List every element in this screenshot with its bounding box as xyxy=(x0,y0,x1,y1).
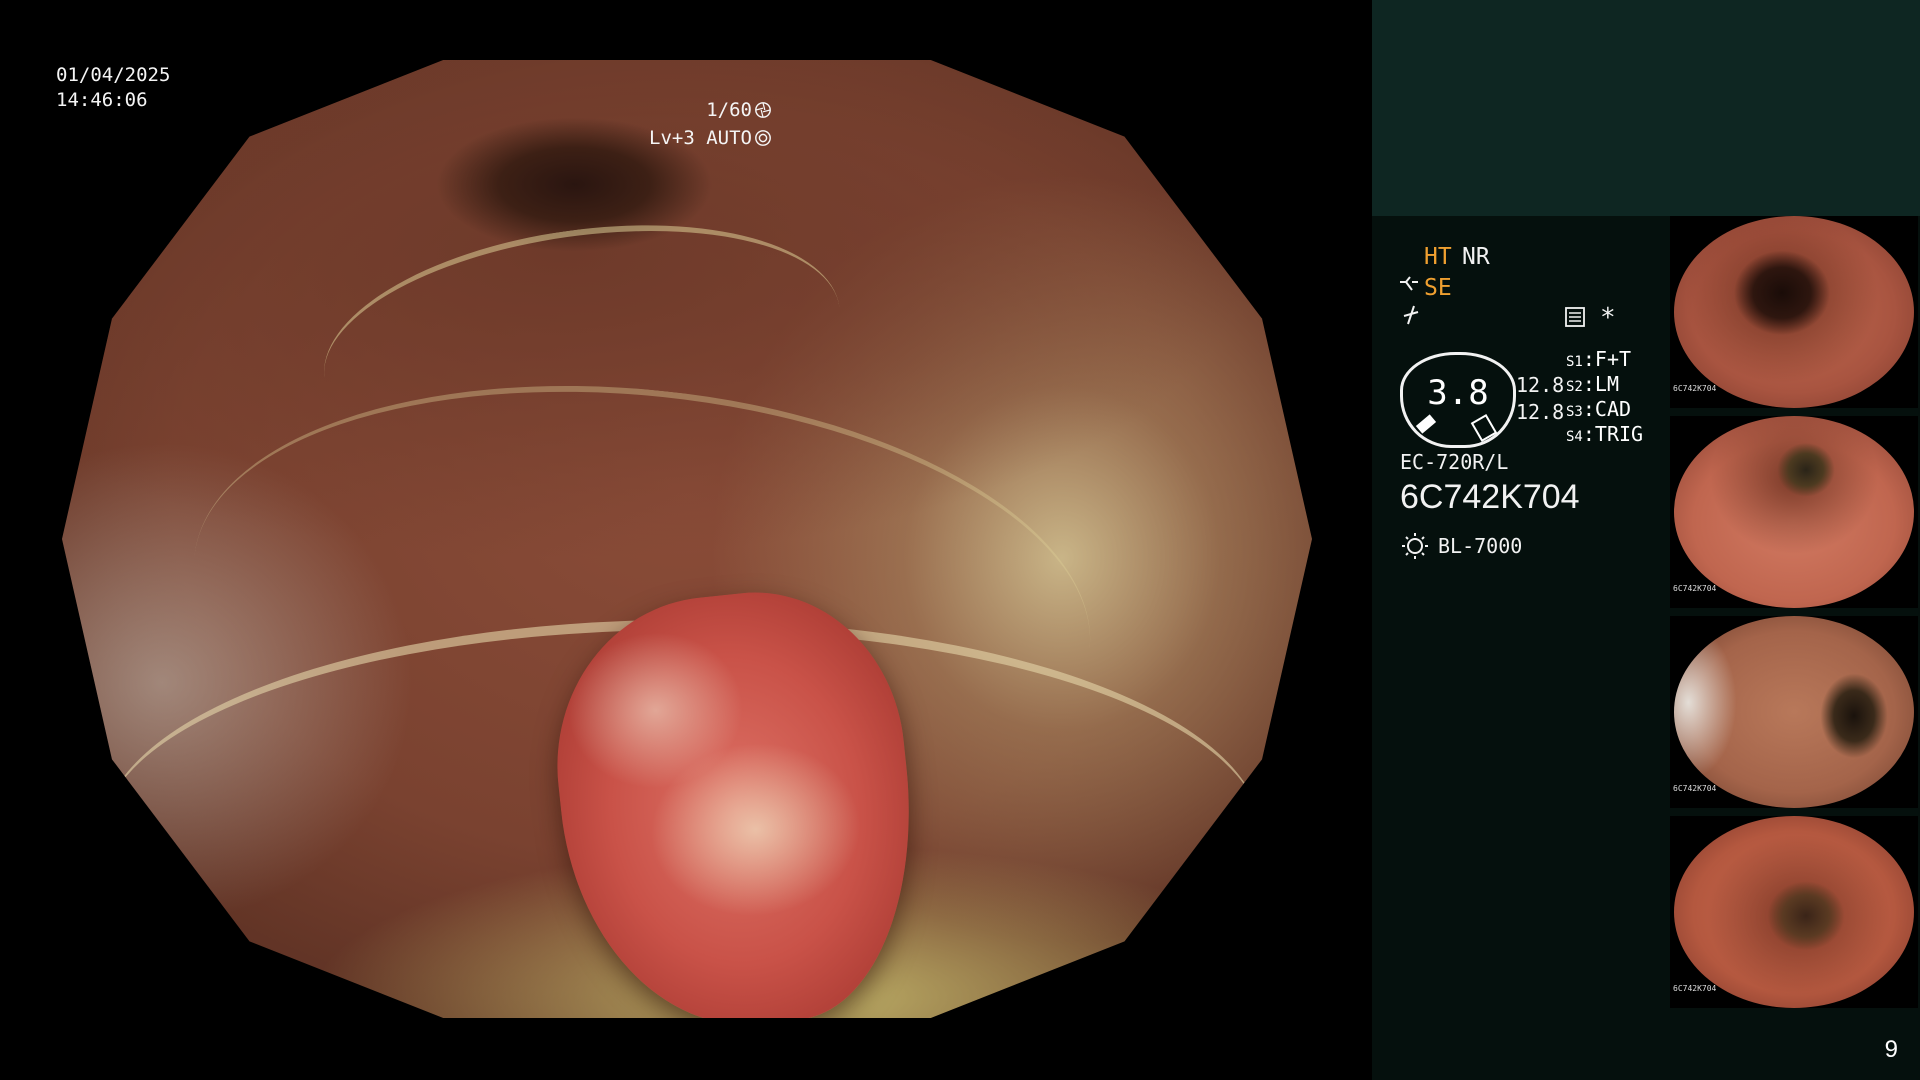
date-text: 01/04/2025 xyxy=(56,64,171,86)
star-indicator: * xyxy=(1600,303,1616,333)
switch-key: S4 xyxy=(1566,429,1583,445)
page-number: 9 xyxy=(1884,1036,1898,1063)
date-time-overlay: 01/04/2025 14:46:06 xyxy=(56,63,170,113)
endoscope-view: 01/04/2025 14:46:06 1/60 Lv+3 AUTO xyxy=(0,0,1372,1080)
iris-icon xyxy=(755,130,771,146)
value-2: 12.8 xyxy=(1516,400,1565,424)
slash-icon xyxy=(1403,305,1419,325)
switch-row: S3:CAD xyxy=(1566,397,1632,421)
switch-row: S1:F+T xyxy=(1566,347,1632,371)
gauge-left-marker xyxy=(1415,414,1437,434)
structure-enhancement-icon xyxy=(1400,276,1418,291)
light-source-model: BL-7000 xyxy=(1438,534,1523,558)
nr-indicator: NR xyxy=(1462,244,1490,270)
brightness-level: Lv+3 xyxy=(649,127,695,149)
switch-key: S1 xyxy=(1566,354,1583,370)
shutter-speed: 1/60 xyxy=(706,99,752,121)
time-text: 14:46:06 xyxy=(56,89,148,111)
ht-indicator: HT xyxy=(1424,244,1452,270)
switch-row: S2:LM xyxy=(1566,372,1619,396)
capture-thumbnail[interactable]: 6C742K704 xyxy=(1670,616,1918,808)
thumbnail-image xyxy=(1674,816,1914,1008)
exposure-mode: AUTO xyxy=(706,127,752,149)
switch-key: S2 xyxy=(1566,379,1583,395)
thumbnail-serial: 6C742K704 xyxy=(1673,384,1717,393)
thumbnail-image xyxy=(1674,616,1914,808)
shutter-icon xyxy=(755,102,771,118)
thumbnail-image xyxy=(1674,416,1914,608)
switch-value: LM xyxy=(1594,372,1619,396)
switch-row: S4:TRIG xyxy=(1566,422,1644,446)
thumbnail-serial: 6C742K704 xyxy=(1673,584,1717,593)
capture-thumbnail[interactable]: 6C742K704 xyxy=(1670,416,1918,608)
gauge-right-marker xyxy=(1470,413,1498,443)
value-1: 12.8 xyxy=(1516,373,1565,397)
switch-value: CAD xyxy=(1594,397,1632,421)
exposure-readout: Lv+3 AUTO xyxy=(649,126,772,151)
scope-model: EC-720R/L xyxy=(1400,450,1509,474)
shutter-readout: 1/60 xyxy=(706,98,772,123)
scope-serial: 6C742K704 xyxy=(1400,478,1580,516)
endoscopic-image xyxy=(62,60,1312,1018)
mode-icon xyxy=(1565,307,1585,327)
se-indicator: SE xyxy=(1424,275,1452,301)
light-source-icon xyxy=(1402,533,1428,559)
thumbnail-image xyxy=(1674,216,1914,408)
panel-header-area xyxy=(1372,0,1920,216)
switch-value: F+T xyxy=(1594,347,1632,371)
switch-key: S3 xyxy=(1566,404,1583,420)
zoom-gauge: 3.8 xyxy=(1400,352,1516,448)
capture-thumbnail[interactable]: 6C742K704 xyxy=(1670,216,1918,408)
thumbnail-serial: 6C742K704 xyxy=(1673,784,1717,793)
switch-value: TRIG xyxy=(1594,422,1644,446)
capture-thumbnail[interactable]: 6C742K704 xyxy=(1670,816,1918,1008)
gauge-value: 3.8 xyxy=(1427,373,1489,413)
thumbnail-serial: 6C742K704 xyxy=(1673,984,1717,993)
